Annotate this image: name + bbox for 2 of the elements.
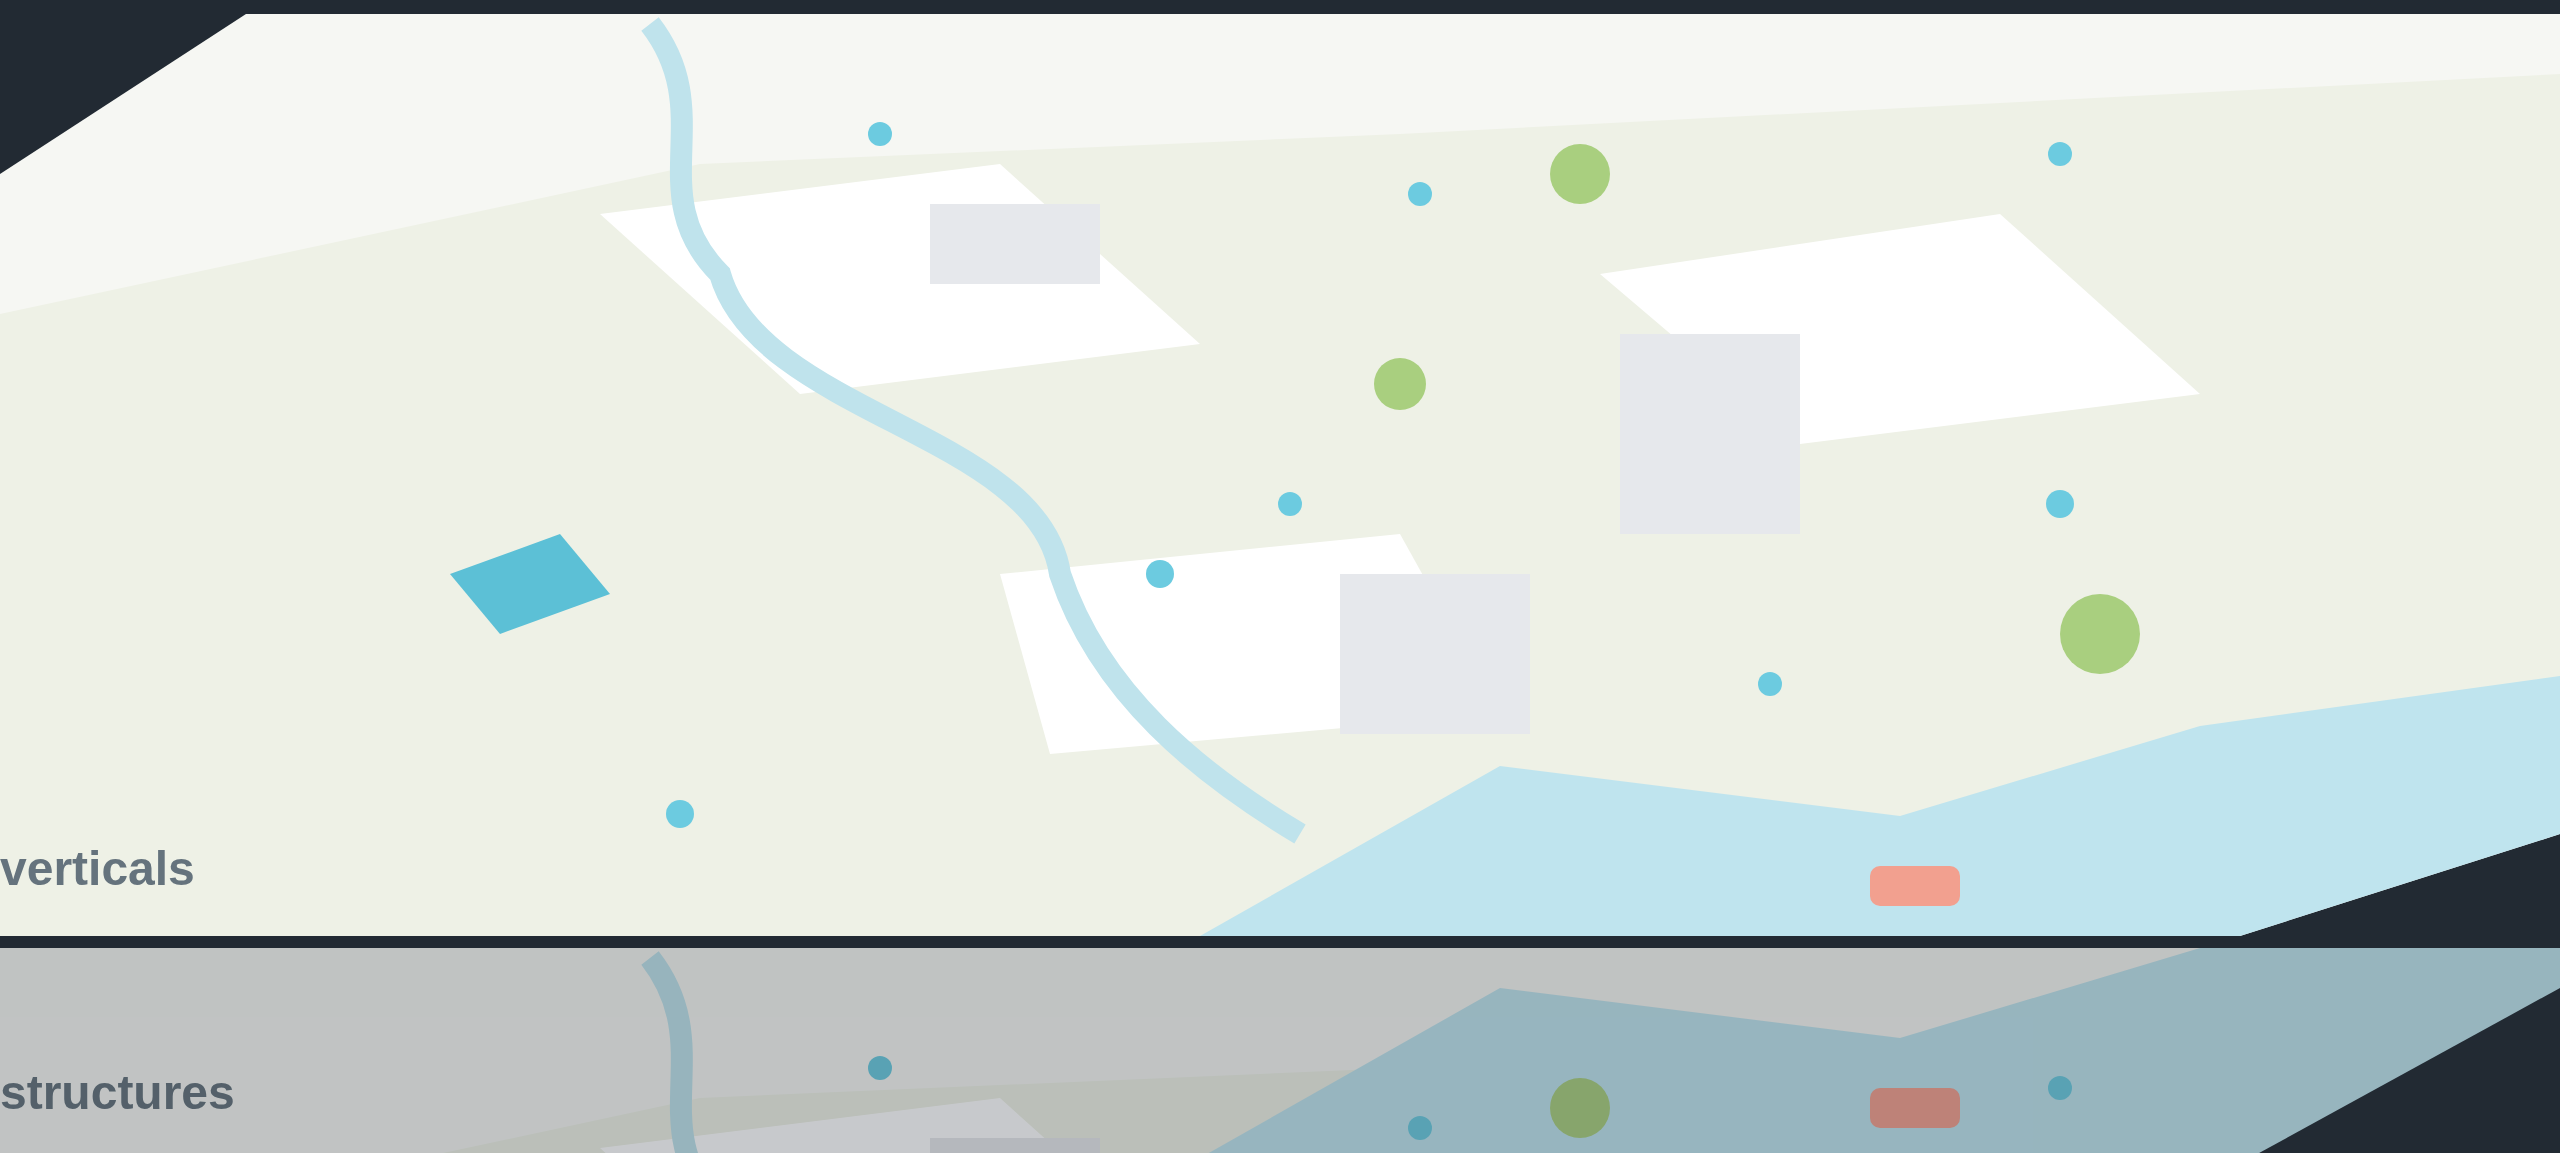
caption: structures	[0, 1065, 235, 1120]
caption: verticals	[0, 841, 195, 896]
